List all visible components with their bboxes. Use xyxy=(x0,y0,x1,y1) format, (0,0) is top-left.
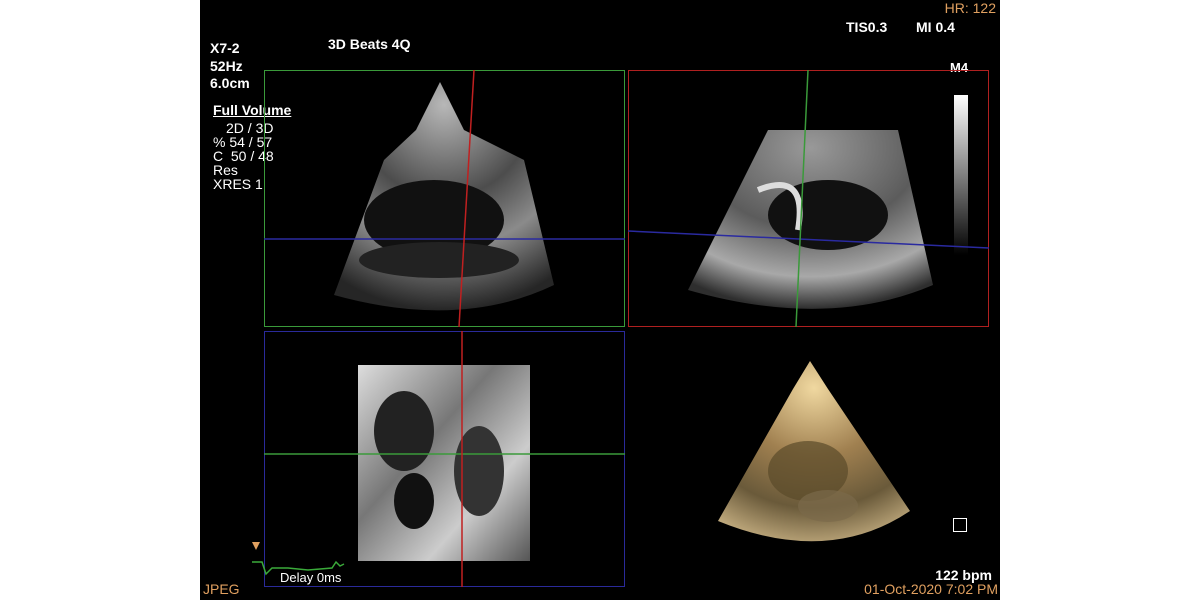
quadrant-a-image xyxy=(264,70,625,327)
setting-xres: XRES 1 xyxy=(213,176,263,192)
mi-readout: MI 0.4 xyxy=(916,19,955,35)
heart-rate-readout: HR: 122 xyxy=(944,0,996,16)
image-format-label: JPEG xyxy=(203,581,240,597)
datetime-stamp: 01-Oct-2020 7:02 PM xyxy=(864,581,998,597)
setting-res: Res xyxy=(213,162,238,178)
ultrasound-screen: X7-2 52Hz 6.0cm 3D Beats 4Q HR: 122 TIS0… xyxy=(200,0,1000,600)
delay-readout: Delay 0ms xyxy=(280,570,342,585)
depth-label: 6.0cm xyxy=(210,75,250,91)
volume-render-image xyxy=(718,361,910,542)
quadrant-b-image xyxy=(628,70,989,327)
probe-label: X7-2 xyxy=(210,40,240,56)
mode-title: 3D Beats 4Q xyxy=(328,36,411,52)
frame-rate-label: 52Hz xyxy=(210,58,243,74)
tis-readout: TIS0.3 xyxy=(846,19,888,35)
volume-orientation-box[interactable] xyxy=(953,518,967,532)
